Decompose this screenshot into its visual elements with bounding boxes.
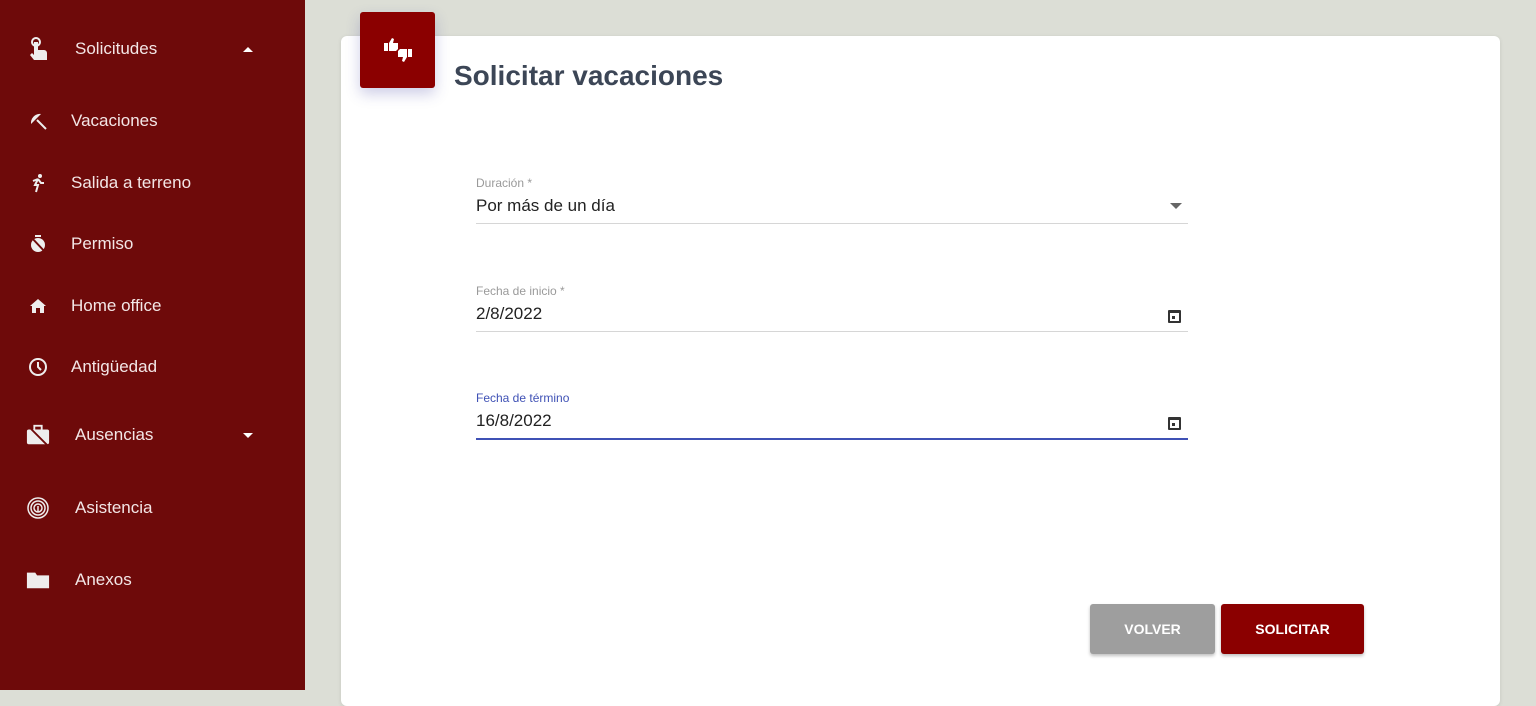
folder-icon bbox=[26, 568, 50, 592]
duracion-label: Duración * bbox=[476, 176, 533, 190]
header-badge bbox=[360, 12, 435, 88]
fecha-termino-value: 16/8/2022 bbox=[476, 411, 552, 430]
sidebar-item-ausencias[interactable]: Ausencias bbox=[0, 415, 305, 455]
sidebar-item-label: Anexos bbox=[75, 570, 132, 589]
touch-icon bbox=[26, 37, 50, 61]
sidebar-item-solicitudes[interactable]: Solicitudes bbox=[0, 29, 305, 69]
work-off-icon bbox=[26, 423, 50, 447]
sidebar-item-label: Salida a terreno bbox=[71, 173, 192, 192]
running-icon bbox=[26, 171, 50, 195]
volver-button[interactable]: VOLVER bbox=[1090, 604, 1215, 654]
sidebar-item-label: Vacaciones bbox=[71, 111, 158, 130]
fecha-inicio-label: Fecha de inicio * bbox=[476, 284, 565, 298]
duracion-select[interactable]: Duración * Por más de un día bbox=[476, 176, 1188, 226]
sidebar-item-asistencia[interactable]: Asistencia bbox=[0, 488, 305, 528]
sidebar-item-antiguedad[interactable]: Antigüedad bbox=[0, 347, 305, 387]
fecha-termino-input[interactable]: Fecha de término 16/8/2022 bbox=[476, 391, 1188, 441]
fecha-inicio-value: 2/8/2022 bbox=[476, 304, 543, 323]
field-underline bbox=[476, 331, 1188, 332]
timer-off-icon bbox=[26, 232, 50, 256]
chevron-up-icon bbox=[243, 46, 253, 52]
calendar-icon[interactable] bbox=[1168, 310, 1181, 323]
sidebar-item-permiso[interactable]: Permiso bbox=[0, 224, 305, 264]
sidebar-item-anexos[interactable]: Anexos bbox=[0, 560, 305, 600]
thumbs-up-down-icon bbox=[383, 38, 412, 62]
dropdown-arrow-icon bbox=[1170, 203, 1182, 209]
sidebar-item-label: Ausencias bbox=[75, 425, 154, 444]
sidebar-item-salida-a-terreno[interactable]: Salida a terreno bbox=[0, 163, 305, 203]
sidebar-item-label: Solicitudes bbox=[75, 39, 158, 58]
sidebar-item-home-office[interactable]: Home office bbox=[0, 286, 305, 326]
sidebar: Solicitudes Vacaciones Salida a terreno … bbox=[0, 0, 305, 690]
sidebar-item-label: Antigüedad bbox=[71, 357, 158, 376]
field-underline bbox=[476, 223, 1188, 224]
sidebar-item-label: Home office bbox=[71, 296, 162, 315]
fecha-termino-label: Fecha de término bbox=[476, 391, 570, 405]
beach-umbrella-icon bbox=[26, 109, 50, 133]
solicitar-button[interactable]: SOLICITAR bbox=[1221, 604, 1364, 654]
fecha-inicio-input[interactable]: Fecha de inicio * 2/8/2022 bbox=[476, 284, 1188, 334]
sidebar-item-vacaciones[interactable]: Vacaciones bbox=[0, 101, 305, 141]
fingerprint-icon bbox=[26, 496, 50, 520]
calendar-icon[interactable] bbox=[1168, 417, 1181, 430]
sidebar-item-label: Permiso bbox=[71, 234, 134, 253]
home-icon bbox=[26, 294, 50, 318]
sidebar-item-label: Asistencia bbox=[75, 498, 153, 517]
field-underline bbox=[476, 438, 1188, 440]
clock-icon bbox=[26, 355, 50, 379]
chevron-down-icon bbox=[243, 432, 253, 438]
page-title: Solicitar vacaciones bbox=[454, 60, 724, 91]
duracion-value: Por más de un día bbox=[476, 196, 615, 215]
